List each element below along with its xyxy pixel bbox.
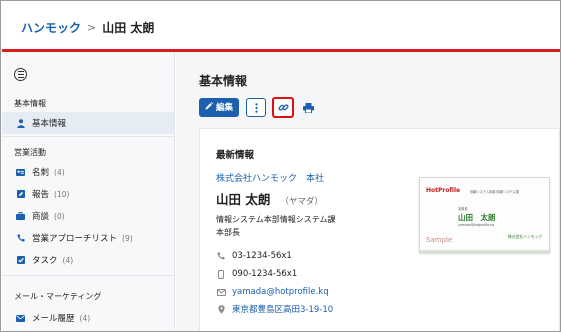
breadcrumb-root-link[interactable]: ハンモック (21, 19, 81, 36)
sidebar-item-reports[interactable]: 報告 (10) (2, 183, 174, 205)
sidebar-section-sales: 営業活動 (14, 148, 46, 157)
sidebar-item-tasks[interactable]: タスク (4) (2, 249, 174, 271)
mobile-row: 090-1234-56x1 (216, 268, 297, 280)
page-title: 基本情報 (199, 74, 248, 88)
bizcard-sample-watermark: Sample (426, 236, 453, 244)
link-button[interactable] (272, 96, 295, 118)
sidebar-item-label: 商談 (32, 212, 50, 222)
sidebar-item-label: タスク (32, 256, 58, 266)
breadcrumb-separator: > (87, 21, 97, 34)
sidebar-divider (2, 136, 174, 137)
bizcard-department: 情報システム本部 情報システム課 (470, 190, 519, 194)
sidebar-item-label: 基本情報 (32, 119, 67, 129)
person-icon (16, 118, 25, 128)
envelope-icon (216, 288, 226, 296)
email-link[interactable]: yamada@hotprofile.kq (232, 287, 329, 297)
person-name-kana: （ヤマダ） (280, 197, 323, 207)
bizcard-name: 山田 太朗 (458, 213, 496, 222)
sidebar-item-count: (10) (54, 189, 70, 199)
deal-icon (16, 212, 25, 221)
sidebar-item-label: 名刺 (32, 168, 50, 178)
sidebar-item-deals[interactable]: 商談 (0) (2, 205, 174, 227)
bizcard-email: yamada@hotprofile.kq (458, 223, 495, 227)
bizcard-company: 株式会社ハンモック (508, 234, 543, 239)
person-name: 山田 太朗 （ヤマダ） (216, 189, 323, 208)
phone-icon (216, 252, 226, 260)
mobile-phone-icon (216, 269, 226, 279)
address-link[interactable]: 東京都豊島区高田3-19-10 (232, 303, 333, 315)
mail-icon (16, 314, 25, 323)
department: 情報システム本部情報システム課 (216, 215, 336, 224)
mobile-number: 090-1234-56x1 (232, 269, 298, 279)
edit-button[interactable]: 編集 (199, 97, 240, 117)
sidebar-item-basic-info[interactable]: 基本情報 (2, 112, 174, 134)
contact-card: 最新情報 株式会社ハンモック 本社 山田 太朗 （ヤマダ） 情報システム本部情報シ… (199, 128, 560, 331)
sidebar-item-label: メール履歴 (32, 314, 75, 324)
map-pin-icon (216, 304, 226, 314)
company-link[interactable]: 株式会社ハンモック 本社 (216, 171, 324, 184)
sidebar-item-mail-history[interactable]: メール履歴 (4) (2, 307, 174, 329)
email-row: yamada@hotprofile.kq (216, 286, 329, 298)
sidebar-divider (2, 275, 174, 276)
address-row: 東京都豊島区高田3-19-10 (216, 303, 333, 315)
sidebar-item-label: 営業アプローチリスト (32, 234, 118, 244)
position: 本部長 (216, 228, 240, 237)
phone-row: 03-1234-56x1 (216, 250, 292, 262)
sidebar-item-count: (4) (79, 313, 91, 323)
breadcrumb: ハンモック > 山田 太朗 (21, 19, 154, 36)
app-window: ハンモック > 山田 太朗 基本情報 基本情報 営業活動 名刺 (4) 報告 (… (0, 0, 561, 332)
menu-toggle-icon[interactable] (14, 68, 27, 81)
sidebar-item-business-cards[interactable]: 名刺 (4) (2, 161, 174, 183)
person-name-text: 山田 太朗 (216, 192, 271, 207)
sidebar-item-approach-list[interactable]: 営業アプローチリスト (9) (2, 227, 174, 249)
kebab-icon (254, 98, 258, 117)
printer-icon (302, 98, 314, 117)
sidebar-item-count: (4) (54, 167, 65, 177)
main-content: 基本情報 編集 最新情報 株式会社ハンモック 本社 山田 太朗 （ヤマダ） 情報… (176, 52, 560, 331)
bizcard-stripe (420, 250, 549, 252)
checkbox-icon (16, 256, 25, 265)
phone-icon (16, 234, 25, 243)
sidebar-item-count: (0) (54, 211, 65, 221)
print-button[interactable] (300, 98, 316, 117)
sidebar-item-label: 報告 (32, 190, 50, 200)
toolbar: 編集 (199, 96, 316, 118)
bizcard-logo: HotProfile (426, 187, 461, 194)
more-options-button[interactable] (246, 97, 267, 117)
sidebar-section-basic: 基本情報 (14, 99, 46, 108)
pencil-icon (205, 101, 213, 113)
sidebar-item-count: (9) (122, 233, 133, 243)
business-card-icon (16, 168, 25, 177)
breadcrumb-current: 山田 太朗 (102, 21, 155, 35)
edit-report-icon (16, 190, 25, 199)
link-icon (277, 98, 289, 117)
card-title: 最新情報 (216, 150, 255, 161)
bizcard-role: 本部長 (458, 207, 468, 211)
sidebar: 基本情報 基本情報 営業活動 名刺 (4) 報告 (10) 商談 (0) 営業ア… (2, 52, 175, 331)
edit-button-label: 編集 (216, 103, 234, 113)
phone-number: 03-1234-56x1 (232, 251, 292, 261)
business-card-image[interactable]: HotProfile 情報システム本部 情報システム課 本部長 山田 太朗 ya… (419, 177, 550, 253)
sidebar-section-mail-marketing: メール・マーケティング (14, 292, 102, 301)
sidebar-item-count: (4) (62, 255, 74, 265)
top-bar: ハンモック > 山田 太朗 (2, 2, 560, 50)
